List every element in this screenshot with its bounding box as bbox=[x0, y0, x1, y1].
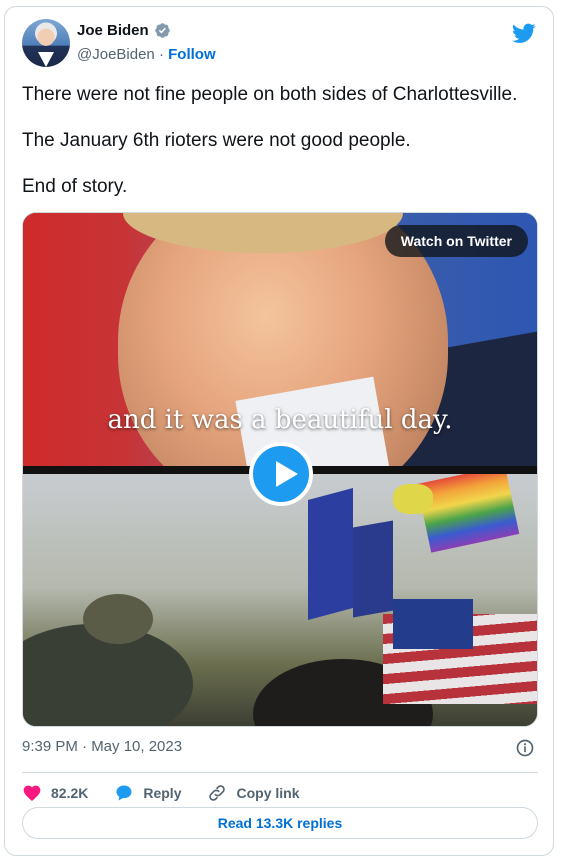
video-player[interactable]: and it was a beautiful day. Watch on Twi… bbox=[22, 212, 538, 727]
watch-on-twitter-button[interactable]: Watch on Twitter bbox=[384, 225, 528, 257]
author-name-row: Joe Biden bbox=[77, 22, 171, 39]
author-handle[interactable]: @JoeBiden bbox=[77, 46, 155, 63]
reply-bubble-icon bbox=[116, 785, 132, 801]
copy-link-label: Copy link bbox=[236, 785, 300, 801]
reply-button[interactable]: Reply bbox=[114, 783, 181, 803]
read-replies-button[interactable]: Read 13.3K replies bbox=[22, 807, 538, 839]
tweet-text: There were not fine people on both sides… bbox=[22, 83, 542, 221]
follow-link[interactable]: Follow bbox=[168, 46, 216, 63]
like-count: 82.2K bbox=[51, 785, 89, 801]
action-bar: 82.2K Reply Copy link bbox=[22, 783, 326, 803]
author-name[interactable]: Joe Biden bbox=[77, 22, 149, 39]
play-icon[interactable] bbox=[249, 442, 313, 506]
tweet-card: Joe Biden @JoeBiden · Follow There were … bbox=[4, 6, 554, 856]
info-icon[interactable] bbox=[515, 738, 535, 758]
tweet-timestamp[interactable]: 9:39 PM · May 10, 2023 bbox=[22, 738, 182, 755]
author-handle-row: @JoeBiden · Follow bbox=[77, 46, 216, 63]
like-button[interactable]: 82.2K bbox=[22, 783, 88, 803]
link-icon bbox=[209, 785, 226, 801]
avatar[interactable] bbox=[22, 19, 70, 67]
copy-link-button[interactable]: Copy link bbox=[207, 783, 300, 803]
heart-icon bbox=[23, 785, 41, 801]
twitter-bird-icon[interactable] bbox=[512, 21, 536, 45]
reply-label: Reply bbox=[143, 785, 182, 801]
tweet-paragraph: There were not fine people on both sides… bbox=[22, 84, 518, 105]
video-caption: and it was a beautiful day. bbox=[107, 405, 453, 435]
tweet-paragraph: End of story. bbox=[22, 176, 128, 197]
tweet-paragraph: The January 6th rioters were not good pe… bbox=[22, 130, 411, 151]
video-frame-bottom bbox=[23, 474, 537, 726]
verified-badge-icon bbox=[154, 23, 170, 38]
divider bbox=[22, 772, 538, 773]
handle-separator: · bbox=[158, 46, 164, 63]
